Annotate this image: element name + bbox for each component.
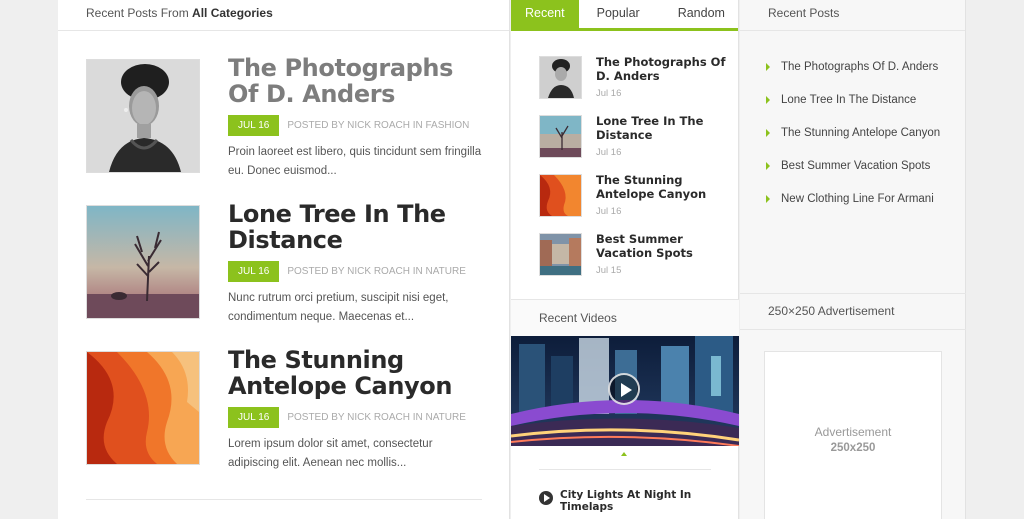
arrow-right-icon xyxy=(766,195,770,203)
arrow-right-icon xyxy=(766,96,770,104)
advertisement-header: 250×250 Advertisement xyxy=(740,293,966,330)
play-circle-icon[interactable] xyxy=(539,491,553,505)
sidebar-right: Recent Posts The Photographs Of D. Ander… xyxy=(740,0,966,519)
tab-post-title[interactable]: Lone Tree In The Distance xyxy=(596,114,726,142)
tab-post-thumbnail-portrait[interactable] xyxy=(539,56,582,99)
video-player[interactable] xyxy=(511,336,739,446)
post-excerpt: Lorem ipsum dolor sit amet, consectetur … xyxy=(228,438,433,469)
sidebar-post-label[interactable]: Best Summer Vacation Spots xyxy=(781,160,930,172)
main-divider xyxy=(86,499,482,500)
post-title[interactable]: Lone Tree In The Distance xyxy=(228,201,490,253)
video-title[interactable]: City Lights At Night In Timelaps xyxy=(560,489,720,513)
tab-recent[interactable]: Recent xyxy=(511,0,579,28)
videos-divider xyxy=(539,469,711,470)
advertisement-box[interactable]: Advertisement 250x250 xyxy=(764,351,942,519)
tab-post-date: Jul 15 xyxy=(596,265,622,276)
sidebar-post-label[interactable]: Lone Tree In The Distance xyxy=(781,94,916,106)
tabbed-widget-column: Recent Popular Random The Photographs Of… xyxy=(511,0,739,519)
sidebar-post-label[interactable]: The Stunning Antelope Canyon xyxy=(781,127,940,139)
tab-post-item[interactable]: Best Summer Vacation Spots Jul 15 xyxy=(539,232,729,281)
tab-post-item[interactable]: The Stunning Antelope Canyon Jul 16 xyxy=(539,173,729,222)
post-date-badge: JUL 16 xyxy=(228,261,280,282)
sidebar-recent-posts-list: The Photographs Of D. Anders Lone Tree I… xyxy=(766,58,956,223)
post-meta: JUL 16 POSTED BY NICK ROACH IN NATURE xyxy=(228,407,466,428)
sidebar-post-label[interactable]: New Clothing Line For Armani xyxy=(781,193,934,205)
post-thumbnail-portrait[interactable] xyxy=(86,59,200,173)
tab-post-title[interactable]: The Photographs Of D. Anders xyxy=(596,55,726,83)
tab-post-title[interactable]: Best Summer Vacation Spots xyxy=(596,232,726,260)
post-meta: JUL 16 POSTED BY NICK ROACH IN FASHION xyxy=(228,115,469,136)
post-title[interactable]: The Photographs Of D. Anders xyxy=(228,55,490,107)
recent-videos-header: Recent Videos xyxy=(511,299,739,336)
sidebar-post-link[interactable]: The Stunning Antelope Canyon xyxy=(766,124,956,142)
post-thumbnail-tree[interactable] xyxy=(86,205,200,319)
post-title[interactable]: The Stunning Antelope Canyon xyxy=(228,347,490,399)
sidebar-post-link[interactable]: Best Summer Vacation Spots xyxy=(766,157,956,175)
tab-post-title[interactable]: The Stunning Antelope Canyon xyxy=(596,173,726,201)
tab-post-thumbnail-canyon[interactable] xyxy=(539,174,582,217)
advertisement-label: Advertisement xyxy=(814,425,892,439)
tab-post-date: Jul 16 xyxy=(596,206,622,217)
tab-post-date: Jul 16 xyxy=(596,88,622,99)
post-byline: POSTED BY NICK ROACH IN FASHION xyxy=(287,120,470,131)
main-section-header: Recent Posts From All Categories xyxy=(58,0,509,31)
sidebar-post-link[interactable]: The Photographs Of D. Anders xyxy=(766,58,956,76)
advertisement-size: 250x250 xyxy=(830,442,876,454)
tab-post-thumbnail-venice[interactable] xyxy=(539,233,582,276)
tab-random[interactable]: Random xyxy=(666,0,737,28)
post-byline: POSTED BY NICK ROACH IN NATURE xyxy=(287,412,466,423)
main-header-prefix: Recent Posts From xyxy=(86,6,189,20)
post-meta: JUL 16 POSTED BY NICK ROACH IN NATURE xyxy=(228,261,466,282)
main-header-category[interactable]: All Categories xyxy=(192,6,273,20)
tab-popular[interactable]: Popular xyxy=(585,0,652,28)
tab-post-date: Jul 16 xyxy=(596,147,622,158)
post-excerpt: Nunc rutrum orci pretium, suscipit nisi … xyxy=(228,292,449,323)
post-date-badge: JUL 16 xyxy=(228,115,280,136)
sidebar-post-label[interactable]: The Photographs Of D. Anders xyxy=(781,61,938,73)
play-icon[interactable] xyxy=(608,373,640,405)
post-excerpt: Proin laoreet est libero, quis tincidunt… xyxy=(228,146,482,177)
recent-posts-main-column: Recent Posts From All Categories The Pho… xyxy=(58,0,510,519)
arrow-right-icon xyxy=(766,129,770,137)
sidebar-post-link[interactable]: Lone Tree In The Distance xyxy=(766,91,956,109)
slider-up-arrow-icon[interactable] xyxy=(621,452,627,456)
post-date-badge: JUL 16 xyxy=(228,407,280,428)
tab-bar: Recent Popular Random xyxy=(511,0,738,31)
tab-post-thumbnail-tree[interactable] xyxy=(539,115,582,158)
post-byline: POSTED BY NICK ROACH IN NATURE xyxy=(287,266,466,277)
post-thumbnail-canyon[interactable] xyxy=(86,351,200,465)
tab-post-item[interactable]: The Photographs Of D. Anders Jul 16 xyxy=(539,55,729,104)
sidebar-recent-posts-header: Recent Posts xyxy=(740,0,965,31)
sidebar-post-link[interactable]: New Clothing Line For Armani xyxy=(766,190,956,208)
tab-post-item[interactable]: Lone Tree In The Distance Jul 16 xyxy=(539,114,729,163)
arrow-right-icon xyxy=(766,162,770,170)
arrow-right-icon xyxy=(766,63,770,71)
